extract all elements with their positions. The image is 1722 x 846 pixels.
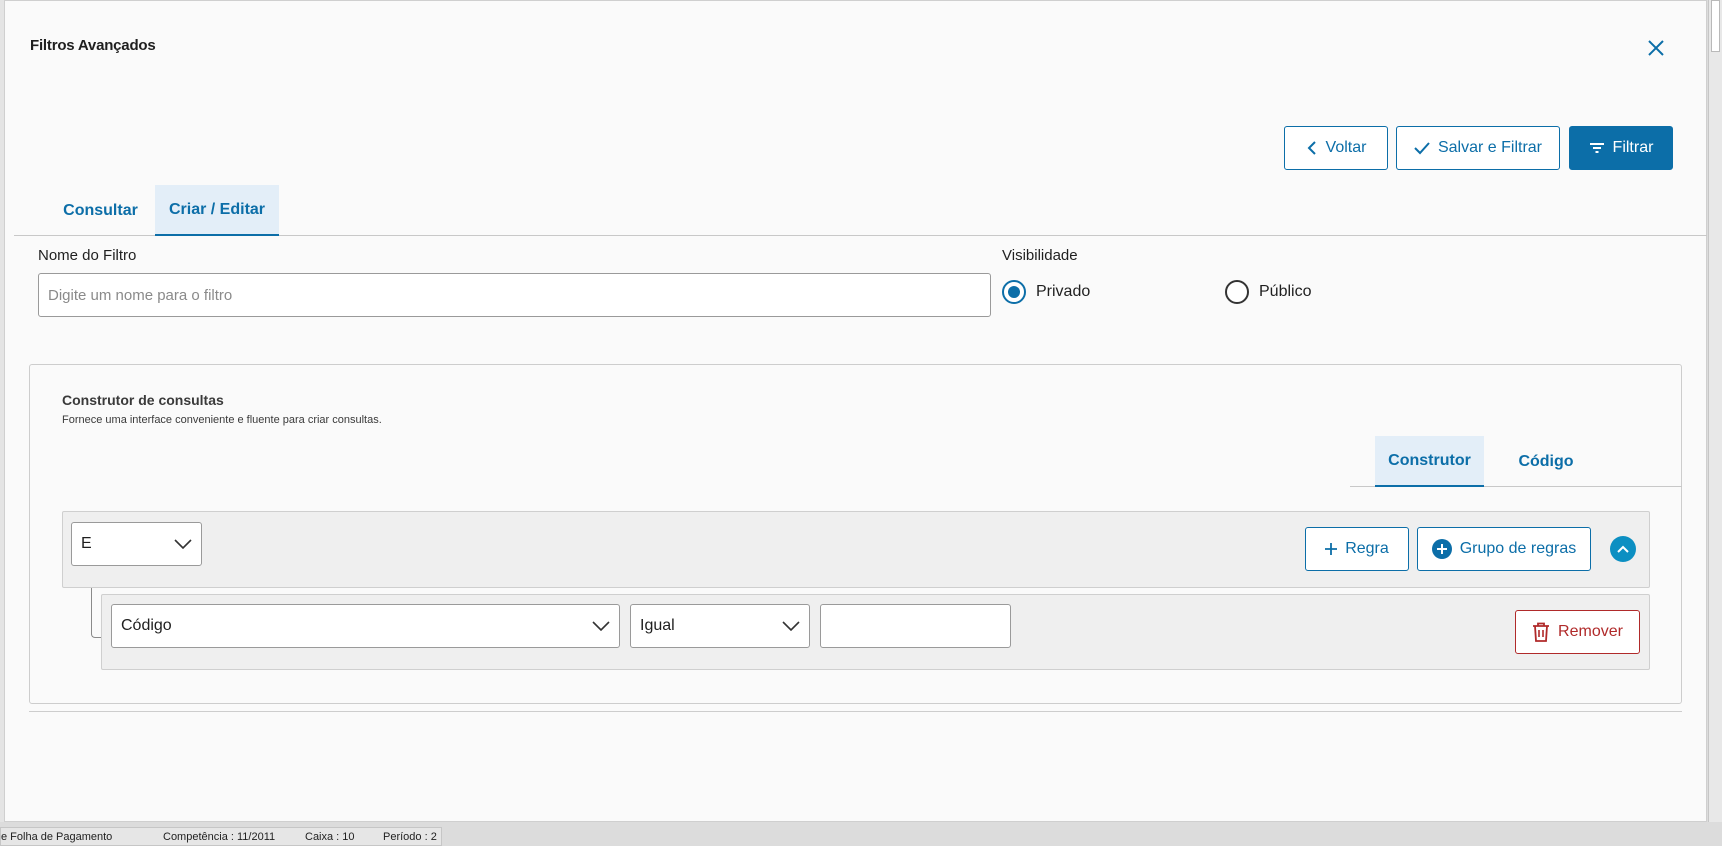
- scrollbar-thumb[interactable]: [1711, 0, 1720, 52]
- collapse-group-button[interactable]: [1610, 536, 1636, 562]
- field-select[interactable]: Código: [111, 604, 620, 648]
- remove-rule-button[interactable]: Remover: [1515, 610, 1640, 654]
- plus-icon: [1325, 543, 1338, 555]
- radio-privado-label: Privado: [1036, 283, 1091, 300]
- radio-privado[interactable]: Privado: [1002, 280, 1090, 304]
- trash-icon: [1533, 622, 1550, 642]
- save-and-filter-label: Salvar e Filtrar: [1437, 139, 1543, 156]
- operator-select-value: Igual: [640, 617, 675, 634]
- radio-checked-icon: [1002, 280, 1026, 304]
- add-rule-button[interactable]: Regra: [1305, 527, 1409, 571]
- status-competencia: Competência : 11/2011: [163, 831, 276, 843]
- close-icon[interactable]: [1643, 35, 1669, 61]
- query-builder-subtitle: Fornece uma interface conveniente e flue…: [62, 414, 382, 426]
- remove-rule-label: Remover: [1558, 623, 1623, 640]
- filter-button-label: Filtrar: [1612, 139, 1654, 156]
- field-select-value: Código: [121, 617, 172, 634]
- back-button[interactable]: Voltar: [1284, 126, 1388, 170]
- status-module: e Folha de Pagamento: [1, 831, 113, 843]
- radio-unchecked-icon: [1225, 280, 1249, 304]
- query-builder-tabs: Construtor Código: [1350, 436, 1682, 487]
- check-icon: [1414, 142, 1430, 155]
- visibility-label: Visibilidade: [1002, 247, 1078, 264]
- add-rule-group-label: Grupo de regras: [1459, 540, 1577, 557]
- rule-value-input[interactable]: [820, 604, 1011, 648]
- status-periodo: Período : 2: [383, 831, 437, 843]
- status-caixa: Caixa : 10: [305, 831, 355, 843]
- divider: [29, 711, 1682, 712]
- status-bar: e Folha de Pagamento Competência : 11/20…: [0, 827, 442, 846]
- add-rule-label: Regra: [1345, 540, 1389, 557]
- save-and-filter-button[interactable]: Salvar e Filtrar: [1396, 126, 1560, 170]
- operator-select[interactable]: Igual: [630, 604, 810, 648]
- rule-group: [62, 511, 1650, 588]
- chevron-left-icon: [1307, 141, 1316, 155]
- back-button-label: Voltar: [1325, 139, 1367, 156]
- tab-criar-editar[interactable]: Criar / Editar: [155, 185, 279, 236]
- dialog-title: Filtros Avançados: [30, 37, 156, 54]
- background-scrollbar[interactable]: [1708, 0, 1722, 822]
- plus-circle-icon: [1431, 539, 1452, 559]
- filter-lines-icon: [1589, 143, 1604, 153]
- tab-construtor[interactable]: Construtor: [1375, 436, 1484, 487]
- chevron-down-icon: [174, 539, 192, 549]
- query-builder-title: Construtor de consultas: [62, 392, 224, 408]
- filter-name-label: Nome do Filtro: [38, 247, 137, 264]
- chevron-up-icon: [1617, 545, 1629, 553]
- filter-button[interactable]: Filtrar: [1569, 126, 1673, 170]
- radio-publico[interactable]: Público: [1225, 280, 1311, 304]
- radio-publico-label: Público: [1259, 283, 1312, 300]
- chevron-down-icon: [592, 621, 610, 631]
- filter-name-input[interactable]: [38, 273, 991, 317]
- condition-select[interactable]: E: [71, 522, 202, 566]
- chevron-down-icon: [782, 621, 800, 631]
- main-tabs: Consultar Criar / Editar: [14, 185, 1707, 236]
- tab-consultar[interactable]: Consultar: [38, 185, 163, 236]
- add-rule-group-button[interactable]: Grupo de regras: [1417, 527, 1591, 571]
- condition-select-value: E: [81, 535, 92, 552]
- tab-codigo[interactable]: Código: [1492, 436, 1600, 487]
